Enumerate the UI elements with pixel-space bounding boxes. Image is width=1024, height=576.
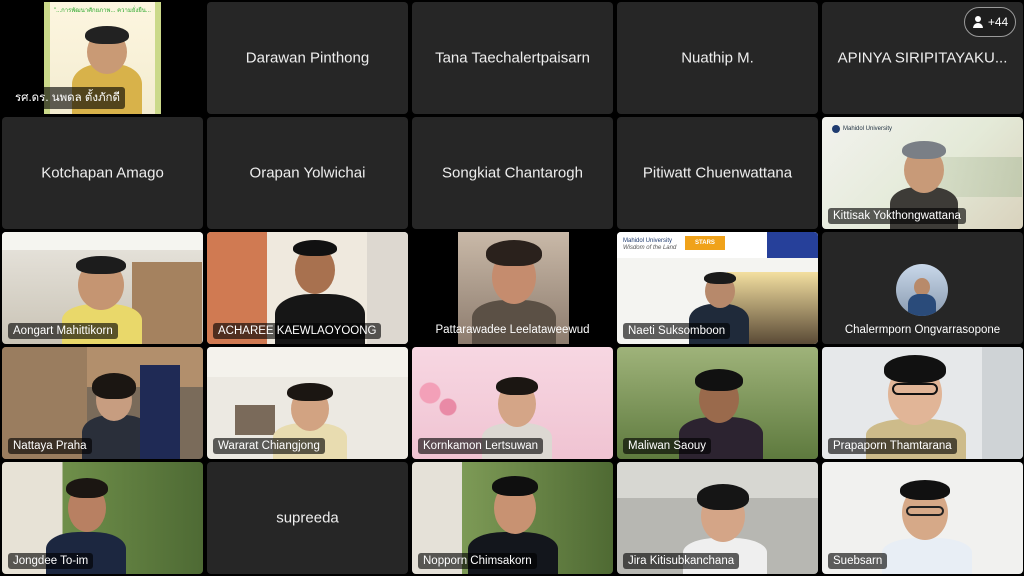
participant-name: Pattarawadee Leelataweewud [435, 324, 590, 336]
video-tile-21[interactable]: Jongdee To-im [2, 462, 203, 574]
participant-name: Jira Kitisubkanchana [623, 553, 740, 569]
participant-name: Nattaya Praha [8, 438, 92, 454]
participant-name: Pitiwatt Chuenwattana [642, 164, 793, 182]
participant-name: Kittisak Yokthongwattana [828, 208, 966, 224]
mahidol-logo: Mahidol University Wisdom of the Land [623, 238, 677, 251]
participant-name: Tana Taechalertpaisarn [435, 49, 590, 67]
participant-name: Songkiat Chantarogh [442, 164, 583, 182]
video-tile-22[interactable]: supreeda [207, 462, 408, 574]
participant-name: Prapaporn Thamtarana [828, 438, 957, 454]
stars-badge: STARS [685, 236, 725, 250]
video-tile-4[interactable]: Nuathip M. [617, 2, 818, 114]
avatar [896, 264, 948, 316]
mahidol-logo: Mahidol University [832, 125, 892, 133]
video-tile-25[interactable]: Suebsarn [822, 462, 1023, 574]
participants-overflow-button[interactable]: +44 [964, 7, 1016, 37]
video-tile-24[interactable]: Jira Kitisubkanchana [617, 462, 818, 574]
participant-name: APINYA SIRIPITAYAKU... [837, 49, 1008, 67]
participant-name: Kornkamon Lertsuwan [418, 438, 544, 454]
participant-name: supreeda [276, 509, 339, 527]
video-tile-2[interactable]: Darawan Pinthong [207, 2, 408, 114]
participant-name: Suebsarn [828, 553, 888, 569]
video-tile-20[interactable]: Prapaporn Thamtarana [822, 347, 1023, 459]
participant-name: Kotchapan Amago [41, 164, 164, 182]
participant-name: Wararat Chiangjong [213, 438, 325, 454]
participant-name: Aongart Mahittikorn [8, 323, 118, 339]
video-tile-19[interactable]: Maliwan Saouy [617, 347, 818, 459]
participant-name: Nuathip M. [681, 49, 754, 67]
video-tile-9[interactable]: Pitiwatt Chuenwattana [617, 117, 818, 229]
video-tile-13[interactable]: Pattarawadee Leelataweewud [412, 232, 613, 344]
video-tile-12[interactable]: ACHAREE KAEWLAOYOONG [207, 232, 408, 344]
people-icon [972, 16, 984, 28]
participant-name: Maliwan Saouy [623, 438, 711, 454]
video-tile-10[interactable]: Mahidol University Kittisak Yokthongwatt… [822, 117, 1023, 229]
video-tile-7[interactable]: Orapan Yolwichai [207, 117, 408, 229]
video-tile-23[interactable]: Nopporn Chimsakorn [412, 462, 613, 574]
participant-name: Jongdee To-im [8, 553, 94, 569]
participant-name: ACHAREE KAEWLAOYOONG [213, 323, 382, 339]
video-tile-15[interactable]: Chalermporn Ongvarrasopone [822, 232, 1023, 344]
participant-name: Nopporn Chimsakorn [418, 553, 537, 569]
video-tile-1[interactable]: "...การพัฒนาศักยภาพ... ความยั่งยืน..." ร… [2, 2, 203, 114]
glasses [892, 383, 938, 395]
video-tile-3[interactable]: Tana Taechalertpaisarn [412, 2, 613, 114]
video-grid: "...การพัฒนาศักยภาพ... ความยั่งยืน..." ร… [2, 2, 1024, 576]
video-tile-11[interactable]: Aongart Mahittikorn [2, 232, 203, 344]
video-tile-16[interactable]: Nattaya Praha [2, 347, 203, 459]
video-tile-18[interactable]: Kornkamon Lertsuwan [412, 347, 613, 459]
participant-name: Orapan Yolwichai [249, 164, 366, 182]
participant-name: Chalermporn Ongvarrasopone [844, 324, 1001, 336]
participant-name: Darawan Pinthong [245, 49, 370, 67]
overflow-count: +44 [987, 15, 1009, 29]
banner-text: "...การพัฒนาศักยภาพ... ความยั่งยืน..." [54, 8, 151, 14]
glasses [906, 506, 944, 516]
video-tile-8[interactable]: Songkiat Chantarogh [412, 117, 613, 229]
participant-name: Naeti Suksomboon [623, 323, 731, 339]
participant-name: รศ.ดร. นพดล ตั้งภักดี [10, 87, 125, 109]
video-tile-17[interactable]: Wararat Chiangjong [207, 347, 408, 459]
video-tile-6[interactable]: Kotchapan Amago [2, 117, 203, 229]
video-tile-14[interactable]: Mahidol University Wisdom of the Land ST… [617, 232, 818, 344]
